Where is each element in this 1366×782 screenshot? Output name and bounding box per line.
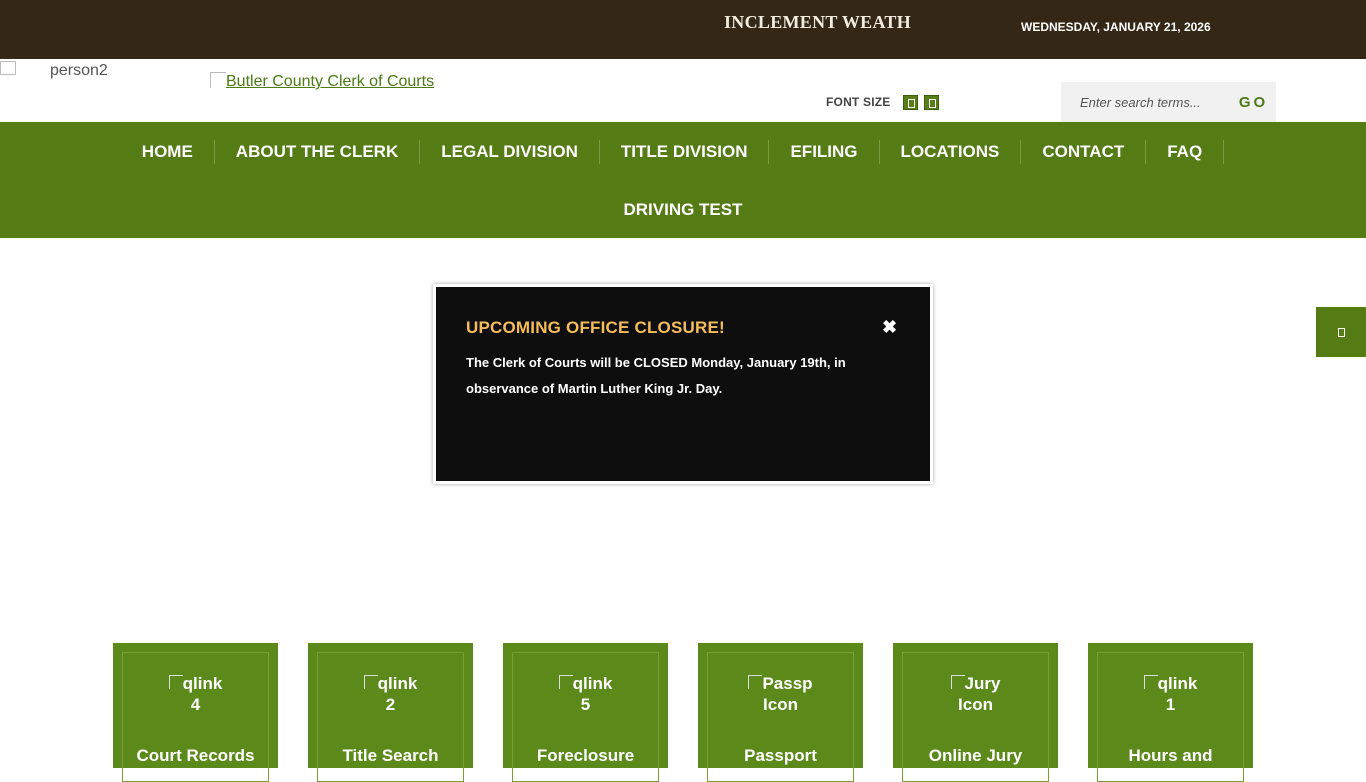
quick-link-online-jury[interactable]: Jury Icon Online Jury — [893, 643, 1058, 782]
nav-row: DRIVING TEST — [0, 198, 1366, 222]
nav-item-about-the-clerk[interactable]: ABOUT THE CLERK — [215, 140, 421, 164]
tile-image-alt: 5 — [580, 695, 591, 714]
quick-link-passport[interactable]: Passp Icon Passport — [698, 643, 863, 782]
search-go-button[interactable]: GO — [1231, 82, 1276, 122]
quick-link-court-records[interactable]: qlink 4 Court Records — [113, 643, 278, 782]
nav-item-locations[interactable]: LOCATIONS — [880, 140, 1022, 164]
nav-item-home[interactable]: HOME — [142, 140, 215, 164]
nav-item-faq[interactable]: FAQ — [1146, 140, 1225, 164]
broken-image-icon — [950, 675, 965, 689]
tile-image-alt: qlink — [377, 674, 418, 693]
closure-modal: UPCOMING OFFICE CLOSURE! ✖ The Clerk of … — [433, 284, 933, 484]
font-decrease-button[interactable] — [903, 95, 918, 110]
tile-label: Court Records — [136, 746, 255, 765]
nav-item-contact[interactable]: CONTACT — [1021, 140, 1147, 164]
main-nav: HOME ABOUT THE CLERK LEGAL DIVISION TITL… — [0, 122, 1366, 238]
close-icon[interactable]: ✖ — [882, 317, 897, 338]
broken-image-icon — [558, 675, 573, 689]
quick-link-hours-and[interactable]: qlink 1 Hours and — [1088, 643, 1253, 782]
tile-image: Passp Icon — [698, 673, 863, 715]
tile-image-alt: qlink — [1157, 674, 1198, 693]
tile-image-alt: Icon — [763, 695, 798, 714]
tile-image-alt: 2 — [385, 695, 396, 714]
nav-item-title-division[interactable]: TITLE DIVISION — [600, 140, 770, 164]
quick-link-title-search[interactable]: qlink 2 Title Search — [308, 643, 473, 782]
logo-alt-text: Butler County Clerk of Courts — [226, 73, 435, 90]
nav-row: HOME ABOUT THE CLERK LEGAL DIVISION TITL… — [0, 140, 1366, 164]
current-date: WEDNESDAY, JANUARY 21, 2026 — [1021, 20, 1211, 34]
broken-image-icon — [748, 675, 763, 689]
search-input[interactable] — [1061, 82, 1221, 122]
nav-item-efiling[interactable]: EFILING — [769, 140, 880, 164]
tile-image-alt: Jury — [964, 674, 1001, 693]
tile-image: qlink 1 — [1088, 673, 1253, 715]
tile-image-alt: qlink — [182, 674, 223, 693]
tile-image-alt: Icon — [958, 695, 993, 714]
tile-image-alt: qlink — [572, 674, 613, 693]
modal-title: UPCOMING OFFICE CLOSURE! — [466, 318, 725, 337]
nav-item-driving-test[interactable]: DRIVING TEST — [602, 198, 763, 222]
site-logo-link[interactable]: Butler County Clerk of Courts — [210, 72, 434, 91]
tile-image-alt: 4 — [190, 695, 201, 714]
tile-image-alt: 1 — [1165, 695, 1176, 714]
font-increase-button[interactable] — [924, 95, 939, 110]
side-toggle-button[interactable] — [1316, 307, 1366, 357]
broken-image-icon — [168, 675, 183, 689]
tile-image-alt: Passp — [762, 674, 813, 693]
quick-links: qlink 4 Court Records qlink 2 Title Search… — [113, 643, 1253, 782]
search-form: GO — [1061, 82, 1276, 122]
modal-body: The Clerk of Courts will be CLOSED Monda… — [466, 355, 846, 396]
quick-link-foreclosure[interactable]: qlink 5 Foreclosure — [503, 643, 668, 782]
broken-image-icon — [363, 675, 378, 689]
person-image: person2 — [0, 59, 120, 89]
tile-image: qlink 4 — [113, 673, 278, 715]
tile-image: Jury Icon — [893, 673, 1058, 715]
tile-label: Hours and — [1128, 746, 1213, 765]
broken-image-icon — [0, 61, 16, 75]
tile-label: Passport — [744, 746, 817, 765]
font-size-label: FONT SIZE — [826, 95, 891, 109]
tile-image: qlink 5 — [503, 673, 668, 715]
broken-image-icon — [1143, 675, 1158, 689]
person-image-alt: person2 — [50, 62, 108, 79]
alert-ticker[interactable]: INCLEMENT WEATH — [724, 12, 928, 33]
tile-label: Title Search — [342, 746, 439, 765]
top-bar: INCLEMENT WEATH WEDNESDAY, JANUARY 21, 2… — [0, 0, 1366, 59]
tile-label: Online Jury — [928, 746, 1023, 765]
tile-image: qlink 2 — [308, 673, 473, 715]
broken-image-icon — [210, 72, 226, 88]
tile-label: Foreclosure — [536, 746, 635, 765]
nav-item-legal-division[interactable]: LEGAL DIVISION — [420, 140, 600, 164]
